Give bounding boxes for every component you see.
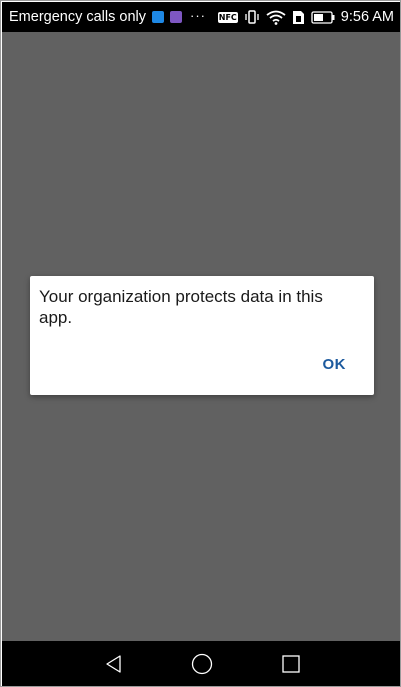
battery-icon — [311, 10, 335, 24]
phone-frame: Emergency calls only ··· NFC 9:56 AM You… — [0, 0, 401, 687]
back-icon[interactable] — [102, 653, 126, 675]
alert-dialog: Your organization protects data in this … — [30, 276, 374, 395]
app-notification-blue-icon — [152, 11, 164, 23]
clock: 9:56 AM — [340, 9, 394, 25]
app-notification-purple-icon — [170, 11, 182, 23]
dimmed-app-background: Your organization protects data in this … — [2, 32, 400, 641]
navigation-bar — [2, 641, 400, 686]
home-icon[interactable] — [190, 653, 214, 675]
sim-icon — [292, 10, 305, 25]
recents-icon[interactable] — [279, 653, 303, 675]
status-left: Emergency calls only ··· — [9, 7, 218, 26]
carrier-text: Emergency calls only — [9, 9, 146, 25]
dialog-message: Your organization protects data in this … — [39, 287, 323, 327]
more-notifications-indicator: ··· — [190, 7, 206, 23]
wifi-icon — [266, 10, 286, 25]
ok-button[interactable]: OK — [323, 356, 347, 373]
nfc-icon: NFC — [217, 11, 238, 23]
vibrate-icon — [244, 10, 260, 24]
status-bar: Emergency calls only ··· NFC 9:56 AM — [2, 2, 400, 32]
status-right: NFC 9:56 AM — [217, 9, 394, 25]
